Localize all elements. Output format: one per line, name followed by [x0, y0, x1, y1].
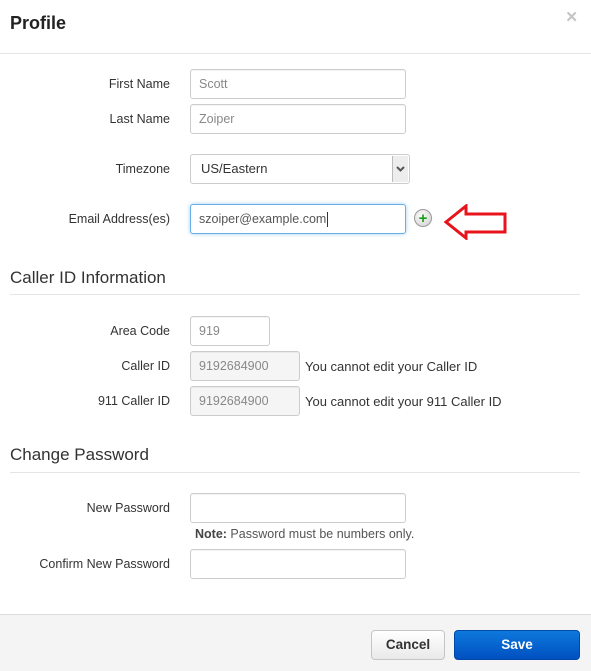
- modal-title: Profile: [10, 13, 67, 33]
- last-name-input[interactable]: Zoiper: [190, 104, 406, 134]
- email-label: Email Address(es): [68, 212, 170, 226]
- section-divider: [10, 294, 580, 295]
- modal-header: Profile ✕: [0, 0, 591, 54]
- email-value: szoiper@example.com: [199, 212, 327, 226]
- last-name-label: Last Name: [109, 112, 170, 126]
- confirm-password-label: Confirm New Password: [39, 557, 170, 571]
- text-caret: [327, 212, 329, 228]
- caller-id-911-input: 9192684900: [190, 386, 300, 416]
- note-label: Note:: [195, 527, 227, 541]
- caller-id-911-help: You cannot edit your 911 Caller ID: [305, 394, 502, 409]
- first-name-label: First Name: [108, 77, 170, 91]
- new-password-input[interactable]: [190, 493, 406, 523]
- password-note: Note: Password must be numbers only.: [195, 527, 414, 541]
- timezone-select[interactable]: US/Eastern: [190, 154, 410, 184]
- caller-id-input: 9192684900: [190, 351, 300, 381]
- plus-circle-icon[interactable]: +: [414, 209, 432, 227]
- timezone-label: Timezone: [115, 162, 170, 176]
- save-button[interactable]: Save: [454, 630, 580, 660]
- note-text: Password must be numbers only.: [226, 527, 415, 541]
- area-code-input[interactable]: 919: [190, 316, 270, 346]
- caller-id-help: You cannot edit your Caller ID: [305, 359, 478, 374]
- timezone-selected-value: US/Eastern: [201, 161, 268, 176]
- caller-id-911-label: 911 Caller ID: [97, 394, 170, 408]
- chevron-down-icon[interactable]: [392, 156, 408, 182]
- first-name-input[interactable]: Scott: [190, 69, 406, 99]
- caller-id-section-title: Caller ID Information: [10, 268, 166, 287]
- modal-footer: Cancel Save: [0, 614, 591, 671]
- new-password-label: New Password: [86, 501, 170, 515]
- area-code-label: Area Code: [110, 324, 170, 338]
- section-divider: [10, 472, 580, 473]
- cancel-button[interactable]: Cancel: [371, 630, 445, 660]
- confirm-password-input[interactable]: [190, 549, 406, 579]
- close-icon[interactable]: ✕: [565, 8, 578, 26]
- email-input[interactable]: szoiper@example.com: [190, 204, 406, 234]
- caller-id-label: Caller ID: [121, 359, 170, 373]
- password-section-title: Change Password: [10, 445, 149, 464]
- red-arrow-left-icon: [444, 204, 507, 240]
